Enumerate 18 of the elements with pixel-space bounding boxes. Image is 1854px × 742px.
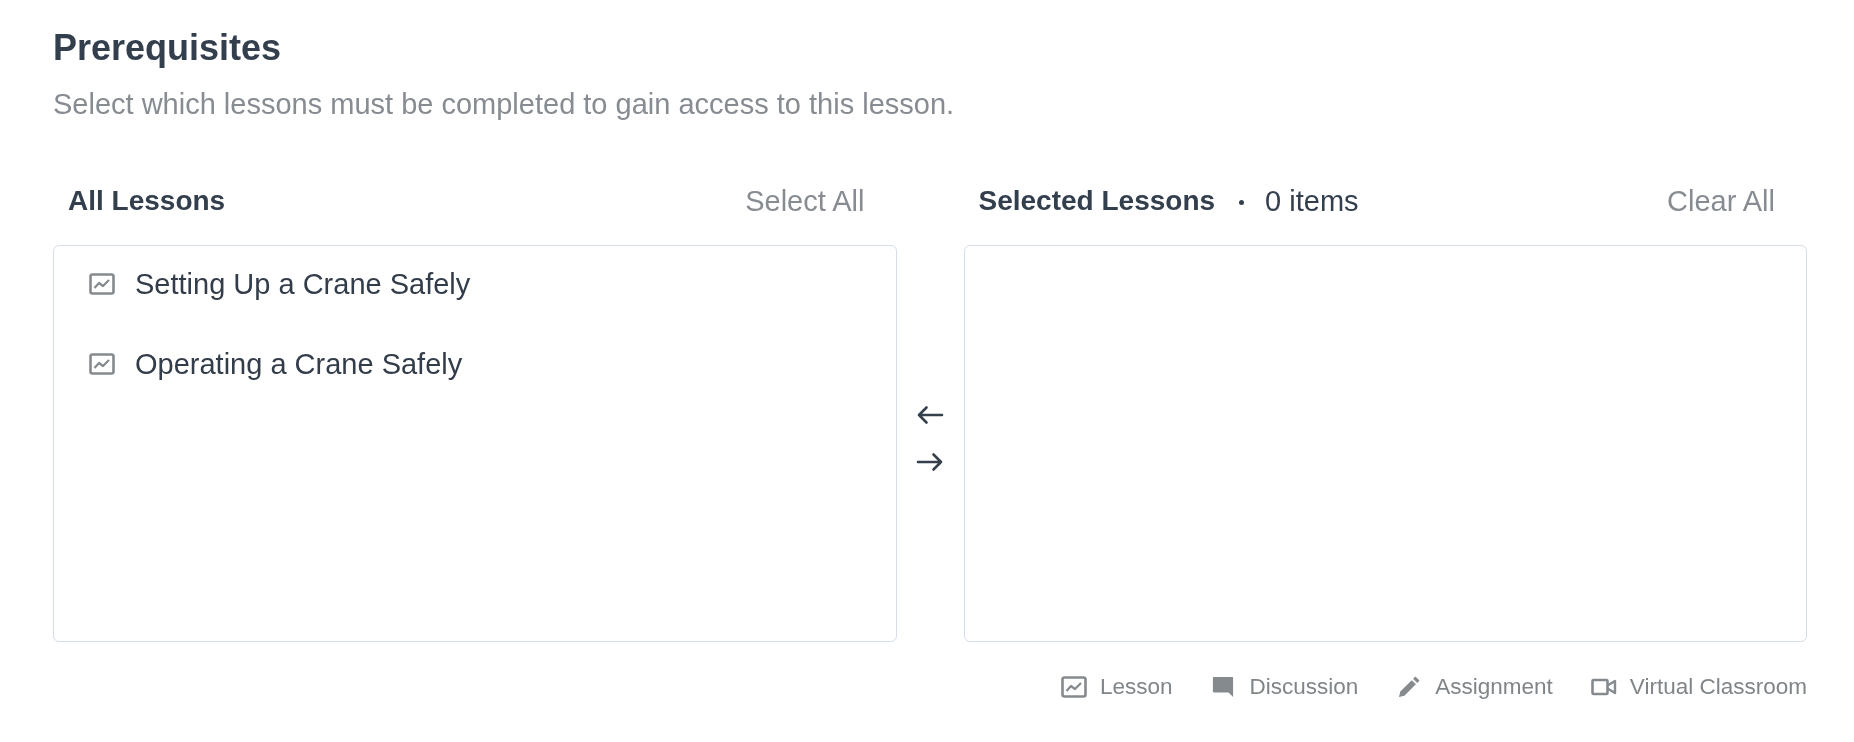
lesson-list-item[interactable]: Setting Up a Crane Safely <box>89 259 471 309</box>
video-camera-icon <box>1590 676 1617 698</box>
separator-dot-icon <box>1239 200 1245 205</box>
panel-heading: Selected Lessons <box>978 184 1216 218</box>
item-count: 0 items <box>1265 184 1359 218</box>
legend-label: Assignment <box>1435 673 1553 701</box>
line-chart-icon <box>89 353 115 375</box>
lesson-list-item[interactable]: Operating a Crane Safely <box>89 339 463 389</box>
arrow-right-icon <box>916 452 944 472</box>
arrow-left-icon <box>916 405 944 425</box>
legend-label: Virtual Classroom <box>1629 673 1807 701</box>
legend-label: Lesson <box>1099 673 1173 701</box>
line-chart-icon <box>1060 676 1087 698</box>
line-chart-icon <box>89 273 115 295</box>
panel-heading: All Lessons <box>68 184 226 218</box>
legend-label: Discussion <box>1249 673 1359 701</box>
page-description: Select which lessons must be completed to gain access to this lesson. <box>53 87 955 121</box>
page-title: Prerequisites <box>53 28 282 68</box>
